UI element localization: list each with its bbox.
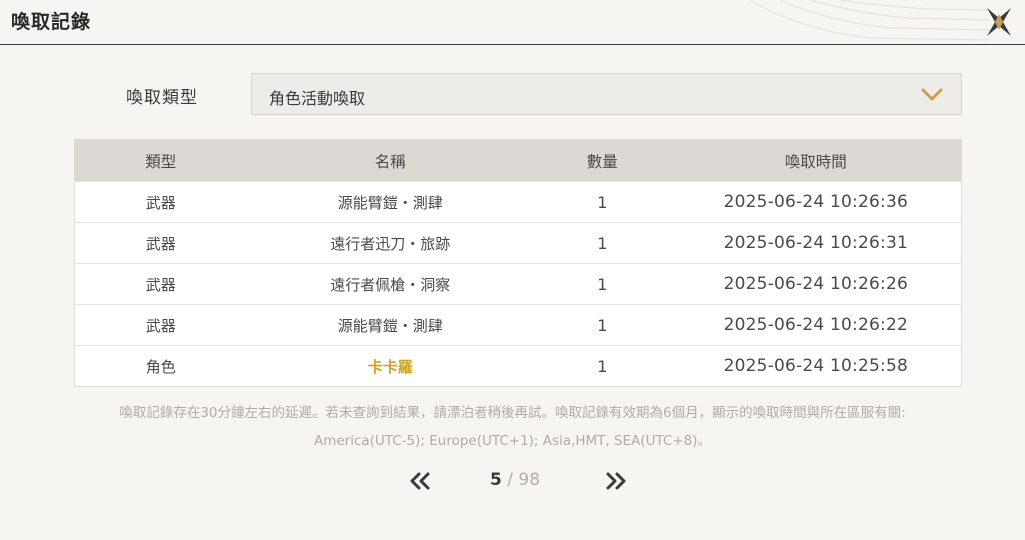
record-table: 類型 名稱 數量 喚取時間 武器 源能臂鎧・測肆 1 2025-06-24 10… [74,139,962,387]
pull-type-label: 喚取類型 [126,88,198,108]
pull-type-selected-value: 角色活動喚取 [269,89,366,108]
cell-quantity: 1 [597,274,608,294]
cell-time: 2025-06-24 10:26:22 [723,315,908,335]
double-chevron-right-icon [606,472,626,490]
cell-name-highlighted: 卡卡羅 [367,357,413,376]
pagination: 5 / 98 [0,468,1025,494]
total-pages: 98 [518,470,541,490]
cell-name: 遠行者迅刀・旅跡 [330,234,451,253]
table-row: 武器 遠行者佩槍・洞察 1 2025-06-24 10:26:26 [75,263,961,304]
table-row: 武器 源能臂鎧・測肆 1 2025-06-24 10:26:36 [75,181,961,222]
cell-time: 2025-06-24 10:26:31 [723,233,908,253]
cell-type: 武器 [145,234,176,253]
next-page-button[interactable] [604,472,628,490]
close-button[interactable] [979,2,1019,42]
cell-type: 角色 [145,357,176,376]
table-row: 角色 卡卡羅 1 2025-06-24 10:25:58 [75,345,961,386]
cell-name: 遠行者佩槍・洞察 [330,275,451,294]
delay-notice: 喚取記錄存在30分鐘左右的延遲。若未查詢到結果，請漂泊者稍後再試。喚取記錄有效期… [119,405,906,421]
close-x-icon [987,8,1011,36]
table-row: 武器 源能臂鎧・測肆 1 2025-06-24 10:26:22 [75,304,961,345]
previous-page-button[interactable] [408,472,432,490]
column-header-quantity: 數量 [586,152,618,171]
timezone-notice: America(UTC-5); Europe(UTC+1); Asia,HMT,… [313,433,712,449]
cell-quantity: 1 [597,233,608,253]
cell-type: 武器 [145,316,176,335]
column-header-type: 類型 [145,152,177,171]
cell-name: 源能臂鎧・測肆 [337,193,443,212]
column-header-name: 名稱 [374,152,406,171]
table-header-row: 類型 名稱 數量 喚取時間 [75,140,961,181]
pull-type-dropdown[interactable]: 角色活動喚取 [251,73,962,115]
header-bar: 喚取記錄 [0,0,1025,45]
double-chevron-left-icon [410,472,430,490]
cell-time: 2025-06-24 10:26:26 [723,274,908,294]
page-separator: / [507,470,513,490]
table-row: 武器 遠行者迅刀・旅跡 1 2025-06-24 10:26:31 [75,222,961,263]
header-decoration [749,0,990,41]
current-page: 5 [490,470,502,490]
cell-name: 源能臂鎧・測肆 [337,316,443,335]
cell-quantity: 1 [597,315,608,335]
column-header-time: 喚取時間 [784,152,847,171]
page-title: 喚取記錄 [11,11,92,33]
cell-type: 武器 [145,193,176,212]
cell-quantity: 1 [597,192,608,212]
cell-time: 2025-06-24 10:26:36 [723,192,908,212]
gacha-record-page: 喚取記錄 喚取類型 角色活動喚取 類型 名稱 數量 喚取時間 武器 源能臂鎧・測… [0,0,1025,540]
page-indicator: 5 / 98 [490,470,540,490]
cell-type: 武器 [145,275,176,294]
cell-time: 2025-06-24 10:25:58 [723,356,908,376]
cell-quantity: 1 [597,356,608,376]
chevron-down-icon [921,88,943,101]
